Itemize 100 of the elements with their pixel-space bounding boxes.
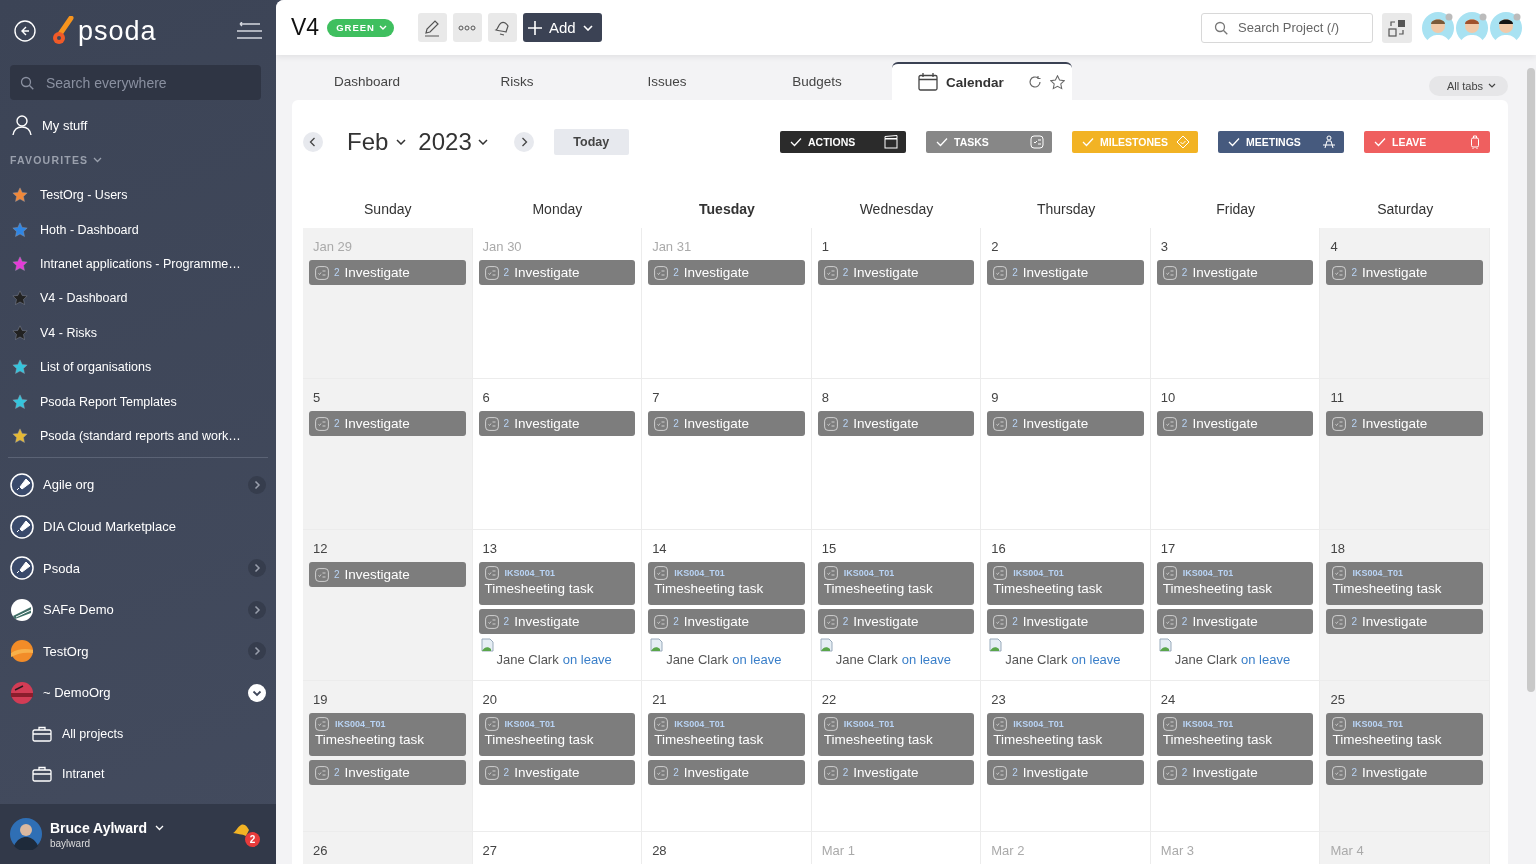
favourite-link[interactable]: V4 - Dashboard (40, 291, 128, 306)
filter-button[interactable]: MEETINGS (1218, 131, 1344, 153)
leave-link[interactable]: on leave (732, 652, 782, 667)
calendar-event[interactable]: 2 Investigate (648, 411, 805, 436)
more-button[interactable] (452, 13, 482, 42)
favourite-link[interactable]: Psoda Report Templates (40, 394, 177, 409)
calendar-event[interactable]: 2 Investigate (478, 411, 636, 436)
calendar-event[interactable]: IKS004_T01 Timesheeting task (309, 713, 466, 756)
chevron-down-icon[interactable] (248, 683, 266, 702)
org-logo-icon (10, 639, 34, 664)
tab[interactable]: Issues (592, 62, 742, 100)
calendar-event[interactable]: IKS004_T01 Timesheeting task (1326, 562, 1483, 605)
org-link[interactable]: Psoda (43, 560, 80, 576)
calendar-event[interactable]: 2 Investigate (817, 760, 975, 785)
project-link[interactable]: Intranet (62, 766, 105, 781)
calendar-event[interactable]: IKS004_T01 Timesheeting task (987, 713, 1144, 756)
status-badge[interactable]: GREEN (327, 18, 394, 37)
org-link[interactable]: ~ DemoOrg (43, 685, 111, 701)
leave-link[interactable]: on leave (562, 652, 612, 667)
search-field[interactable]: Search everywhere (10, 65, 261, 100)
favourite-link[interactable]: Intranet applications - Programme… (40, 256, 241, 271)
filter-button[interactable]: TASKS (926, 131, 1052, 153)
filter-button[interactable]: LEAVE (1364, 131, 1490, 153)
menu-link[interactable]: My stuff (42, 117, 88, 133)
edit-button[interactable] (417, 13, 447, 42)
tab[interactable]: Calendar (892, 62, 1072, 100)
calendar-event[interactable]: 2 Investigate (1326, 260, 1483, 285)
search-field[interactable]: Search Project (/) (1236, 12, 1364, 43)
calendar-event[interactable]: IKS004_T01 Timesheeting task (648, 562, 805, 605)
calendar-event[interactable]: 2 Investigate (478, 609, 636, 634)
calendar-event[interactable]: 2 Investigate (309, 260, 466, 285)
calendar-event[interactable]: 2 Investigate (817, 609, 975, 634)
calendar-event[interactable]: IKS004_T01 Timesheeting task (478, 562, 636, 605)
all-tabs-button[interactable]: All tabs (1428, 75, 1508, 96)
star-outline-icon[interactable] (1049, 74, 1065, 90)
calendar-event[interactable]: 2 Investigate (817, 411, 975, 436)
calendar-event[interactable]: 2 Investigate (1156, 411, 1314, 436)
calendar-event[interactable]: 2 Investigate (648, 760, 805, 785)
filter-button[interactable]: ACTIONS (780, 131, 906, 153)
today-button[interactable]: Today (553, 129, 629, 155)
leave-link[interactable]: on leave (1241, 652, 1291, 667)
calendar-event[interactable]: 2 Investigate (309, 760, 466, 785)
calendar-event[interactable]: 2 Investigate (987, 411, 1144, 436)
year-dropdown[interactable]: 2023 (418, 128, 488, 156)
user-name[interactable]: Bruce Aylward (50, 819, 147, 836)
user-avatar-icon[interactable] (1490, 11, 1522, 44)
org-link[interactable]: Agile org (43, 477, 95, 493)
calendar-event[interactable]: 2 Investigate (478, 260, 636, 285)
refresh-icon[interactable] (1027, 75, 1042, 89)
calendar-event[interactable]: IKS004_T01 Timesheeting task (1156, 713, 1314, 756)
calendar-event[interactable]: 2 Investigate (309, 411, 466, 436)
calendar-event[interactable]: 2 Investigate (478, 760, 636, 785)
calendar-event[interactable]: 2 Investigate (309, 562, 466, 587)
calendar-event[interactable]: 2 Investigate (1156, 760, 1314, 785)
scrollbar-thumb[interactable] (1527, 68, 1535, 692)
calendar-event[interactable]: 2 Investigate (1156, 609, 1314, 634)
previous-icon[interactable] (303, 132, 323, 152)
next-icon[interactable] (513, 132, 534, 152)
calendar-event[interactable]: 2 Investigate (648, 260, 805, 285)
calendar-event[interactable]: IKS004_T01 Timesheeting task (478, 713, 636, 756)
calendar-event[interactable]: 2 Investigate (817, 260, 975, 285)
calendar-event[interactable]: 2 Investigate (648, 609, 805, 634)
back-icon[interactable] (14, 20, 36, 42)
calendar-event[interactable]: IKS004_T01 Timesheeting task (817, 713, 975, 756)
checklist-icon (823, 265, 838, 280)
project-link[interactable]: All projects (62, 726, 124, 741)
month-dropdown[interactable]: Feb (347, 128, 407, 156)
calendar-event[interactable]: 2 Investigate (987, 260, 1144, 285)
user-avatar-icon[interactable] (1422, 11, 1454, 44)
favourite-link[interactable]: Hoth - Dashboard (40, 222, 139, 237)
calendar-event[interactable]: IKS004_T01 Timesheeting task (1156, 562, 1314, 605)
calendar-event[interactable]: 2 Investigate (1156, 260, 1314, 285)
search-field[interactable]: Search Project (/) (1201, 12, 1373, 43)
calendar-event[interactable]: 2 Investigate (1326, 609, 1483, 634)
org-link[interactable]: DIA Cloud Marketplace (43, 519, 176, 534)
leave-link[interactable]: on leave (901, 652, 951, 667)
tab[interactable]: Dashboard (292, 62, 442, 100)
favourite-link[interactable]: Psoda (standard reports and work… (40, 428, 241, 443)
tab[interactable]: Risks (442, 62, 592, 100)
calendar-event[interactable]: 2 Investigate (1326, 411, 1483, 436)
calendar-event[interactable]: IKS004_T01 Timesheeting task (1326, 713, 1483, 756)
notify-button[interactable] (487, 13, 517, 42)
calendar-event[interactable]: 2 Investigate (987, 760, 1144, 785)
search-field[interactable]: Search everywhere (44, 64, 251, 101)
org-link[interactable]: SAFe Demo (43, 602, 114, 618)
calendar-event[interactable]: 2 Investigate (1326, 760, 1483, 785)
org-link[interactable]: TestOrg (43, 643, 89, 659)
favourite-link[interactable]: V4 - Risks (40, 325, 97, 340)
task-code: IKS004_T01 (1013, 568, 1064, 578)
switch-view-button[interactable] (1382, 12, 1412, 43)
add-button[interactable]: Add (522, 13, 602, 42)
calendar-event[interactable]: IKS004_T01 Timesheeting task (987, 562, 1144, 605)
calendar-event[interactable]: 2 Investigate (987, 609, 1144, 634)
tab[interactable]: Budgets (742, 62, 892, 100)
favourite-link[interactable]: List of organisations (40, 360, 152, 375)
menu-icon[interactable] (236, 22, 262, 40)
calendar-event[interactable]: IKS004_T01 Timesheeting task (817, 562, 975, 605)
favourite-link[interactable]: TestOrg - Users (40, 188, 128, 203)
leave-link[interactable]: on leave (1071, 652, 1121, 667)
calendar-event[interactable]: IKS004_T01 Timesheeting task (648, 713, 805, 756)
